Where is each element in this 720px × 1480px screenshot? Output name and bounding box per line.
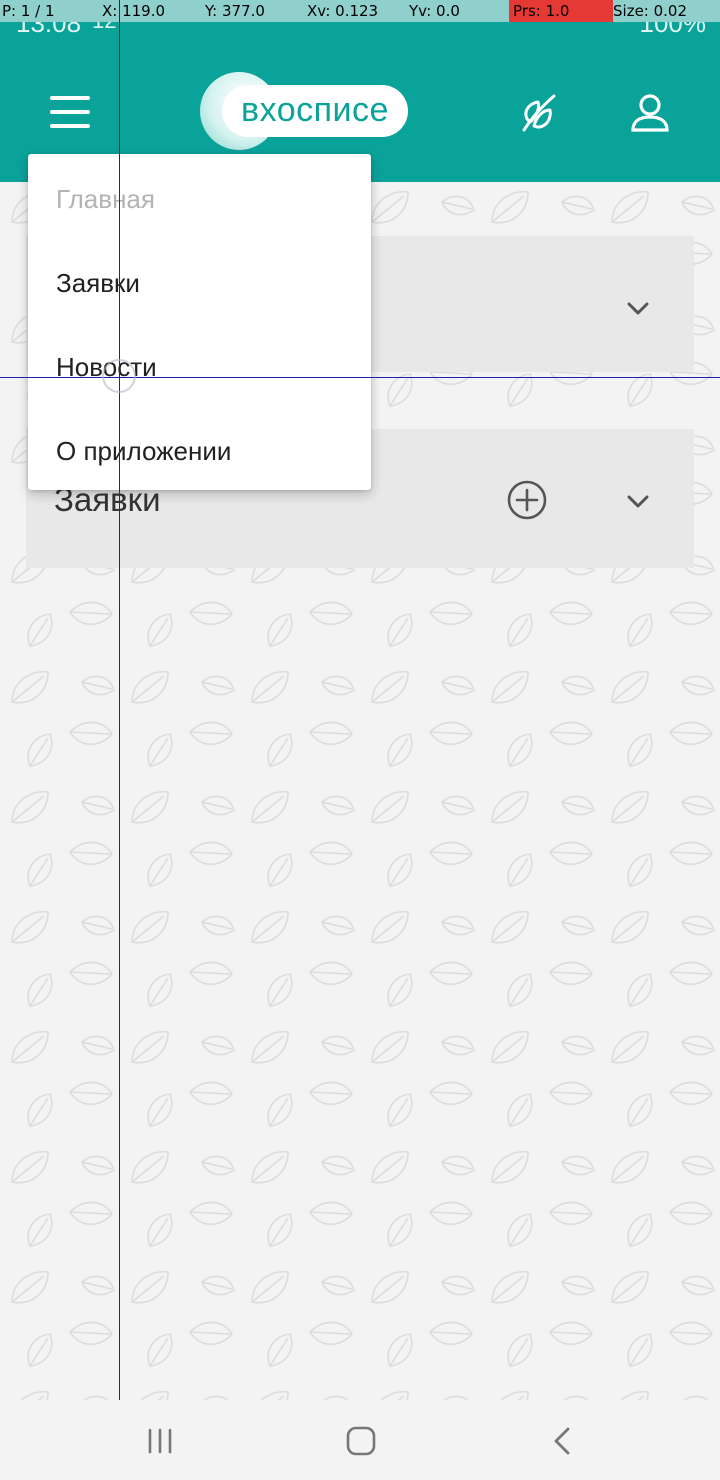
debug-pressure: Prs: 1.0 xyxy=(509,0,613,22)
chevron-down-icon[interactable] xyxy=(624,294,652,322)
pointer-crosshair-vertical xyxy=(119,0,120,1480)
logo-text: вхосписе xyxy=(222,85,408,137)
system-navigation-bar xyxy=(0,1400,720,1480)
app-logo: вхосписе xyxy=(200,72,410,150)
menu-item-home: Главная xyxy=(56,184,155,214)
chevron-down-icon[interactable] xyxy=(624,487,652,515)
debug-x: X: 119.0 xyxy=(102,2,166,20)
feather-icon[interactable] xyxy=(516,92,560,136)
debug-size: Size: 0.02 xyxy=(613,2,688,20)
user-profile-icon[interactable] xyxy=(628,92,672,136)
pointer-location-debug-bar: P: 1 / 1 X: 119.0 Y: 377.0 Xv: 0.123 Yv:… xyxy=(0,0,720,22)
back-icon[interactable] xyxy=(546,1424,580,1458)
navigation-dropdown-menu: Главная Заявки Новости О приложении xyxy=(28,154,371,490)
menu-item-requests[interactable]: Заявки xyxy=(56,268,140,299)
debug-x-velocity: Xv: 0.123 xyxy=(307,2,379,20)
debug-pointer-count: P: 1 / 1 xyxy=(2,2,55,20)
touch-point-indicator xyxy=(102,359,136,393)
recent-apps-icon[interactable] xyxy=(143,1424,177,1458)
plus-circle-icon[interactable] xyxy=(506,479,548,521)
menu-item-about[interactable]: О приложении xyxy=(56,436,231,467)
debug-y: Y: 377.0 xyxy=(205,2,265,20)
home-icon[interactable] xyxy=(344,1424,378,1458)
debug-y-velocity: Yv: 0.0 xyxy=(409,2,460,20)
hamburger-menu-icon[interactable] xyxy=(50,96,90,128)
